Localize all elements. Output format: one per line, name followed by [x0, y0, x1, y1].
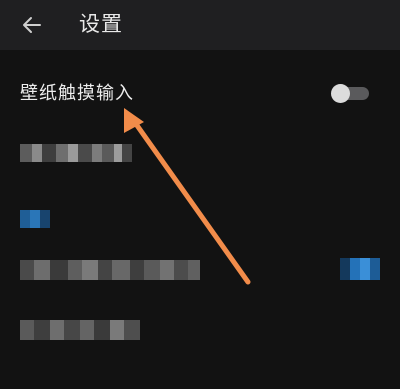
- wallpaper-touch-input-label: 壁纸触摸输入: [20, 83, 134, 104]
- settings-screen: 设置 壁纸触摸输入: [0, 0, 400, 389]
- page-title: 设置: [79, 12, 123, 36]
- wallpaper-touch-input-toggle[interactable]: [331, 84, 369, 103]
- arrow-left-icon: [23, 17, 41, 33]
- toggle-knob: [331, 84, 350, 103]
- obscured-blue-toggle[interactable]: [340, 258, 380, 280]
- obscured-setting-row-3[interactable]: [20, 320, 140, 340]
- back-button[interactable]: [14, 7, 50, 43]
- obscured-setting-row-1[interactable]: [20, 144, 132, 162]
- app-bar: 设置: [0, 0, 400, 50]
- obscured-setting-row-2[interactable]: [20, 260, 200, 280]
- obscured-blue-item[interactable]: [20, 210, 50, 228]
